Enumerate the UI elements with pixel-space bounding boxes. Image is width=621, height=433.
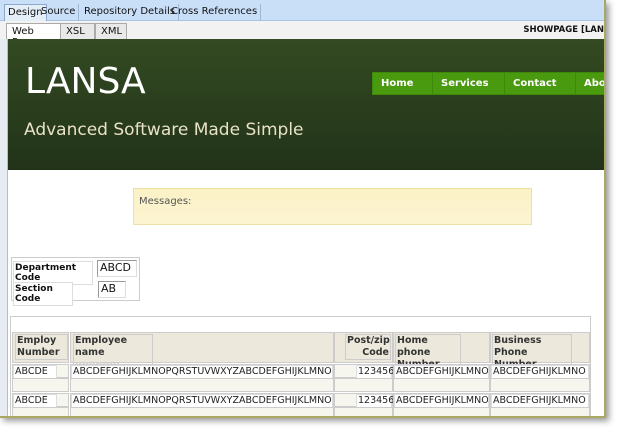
selection-form: Department Code ABCD Section Code AB [11, 257, 140, 306]
tab-xsl[interactable]: XSL [60, 23, 95, 39]
tab-source[interactable]: Source [38, 4, 80, 21]
spacer-cell [393, 407, 490, 416]
spacer-cell [393, 378, 490, 392]
spacer-cell [70, 407, 334, 416]
home-phone-cell: ABCDEFGHIJKLMNO [394, 394, 489, 408]
spacer-cell [12, 378, 69, 392]
employee-number-cell: ABCDE [13, 365, 57, 379]
header-business-phone: Business Phone Number [490, 332, 590, 372]
tab-web-page[interactable]: Web Page [6, 23, 61, 48]
tab-xml[interactable]: XML [95, 23, 127, 39]
site-banner: LANSA Advanced Software Made Simple Home… [8, 39, 604, 170]
site-logo: LANSA [25, 61, 146, 102]
header-text: Employee name [75, 335, 128, 358]
employee-table: Employ Number Employee name-------------… [10, 316, 591, 416]
spacer-cell [490, 378, 590, 392]
view-tab-bar: Web Page XSL XML [0, 21, 604, 48]
left-border [0, 39, 8, 416]
header-post-code: Post/zip Code [334, 332, 393, 363]
business-phone-cell: ABCDEFGHIJKLMNO [491, 365, 589, 379]
employee-number-cell: ABCDE [13, 394, 57, 408]
spacer-cell [490, 407, 590, 416]
spacer-cell [334, 378, 393, 392]
post-code-cell: 123456 [356, 365, 395, 379]
spacer-cell [70, 378, 334, 392]
tab-cross-references[interactable]: Cross References [168, 4, 262, 21]
business-phone-cell: ABCDEFGHIJKLMNO [491, 394, 589, 408]
header-employee-name: Employee name------------- [70, 332, 334, 372]
home-phone-cell: ABCDEFGHIJKLMNO [394, 365, 489, 379]
tab-repository-details[interactable]: Repository Details [81, 4, 180, 21]
spacer-cell [12, 407, 69, 416]
department-code-input[interactable]: ABCD [97, 260, 137, 277]
spacer-cell [334, 407, 393, 416]
employee-name-cell: ABCDEFGHIJKLMNOPQRSTUVWXYZABCDEFGHIJKLMN… [71, 394, 333, 408]
section-code-label: Section Code [13, 282, 73, 306]
header-home-phone: Home phone Number [393, 332, 490, 372]
header-label: Employ Number [15, 334, 68, 360]
nav-contact[interactable]: Contact [504, 72, 576, 95]
employee-name-cell: ABCDEFGHIJKLMNOPQRSTUVWXYZABCDEFGHIJKLMN… [71, 365, 333, 379]
header-label: Post/zip Code [345, 334, 391, 360]
nav-services[interactable]: Services [432, 72, 505, 95]
editor-window: Design Source Repository Details Cross R… [0, 0, 606, 418]
site-tagline: Advanced Software Made Simple [24, 120, 304, 140]
top-tab-bar: Design Source Repository Details Cross R… [0, 0, 604, 21]
post-code-cell: 123456 [356, 394, 395, 408]
messages-box: Messages: [133, 188, 532, 225]
nav-home[interactable]: Home [372, 72, 433, 95]
header-employ-number: Employ Number [12, 332, 69, 363]
page-name-label: SHOWPAGE [LAN [523, 25, 604, 35]
section-code-input[interactable]: AB [98, 281, 126, 298]
nav-about[interactable]: Abou [575, 72, 604, 95]
